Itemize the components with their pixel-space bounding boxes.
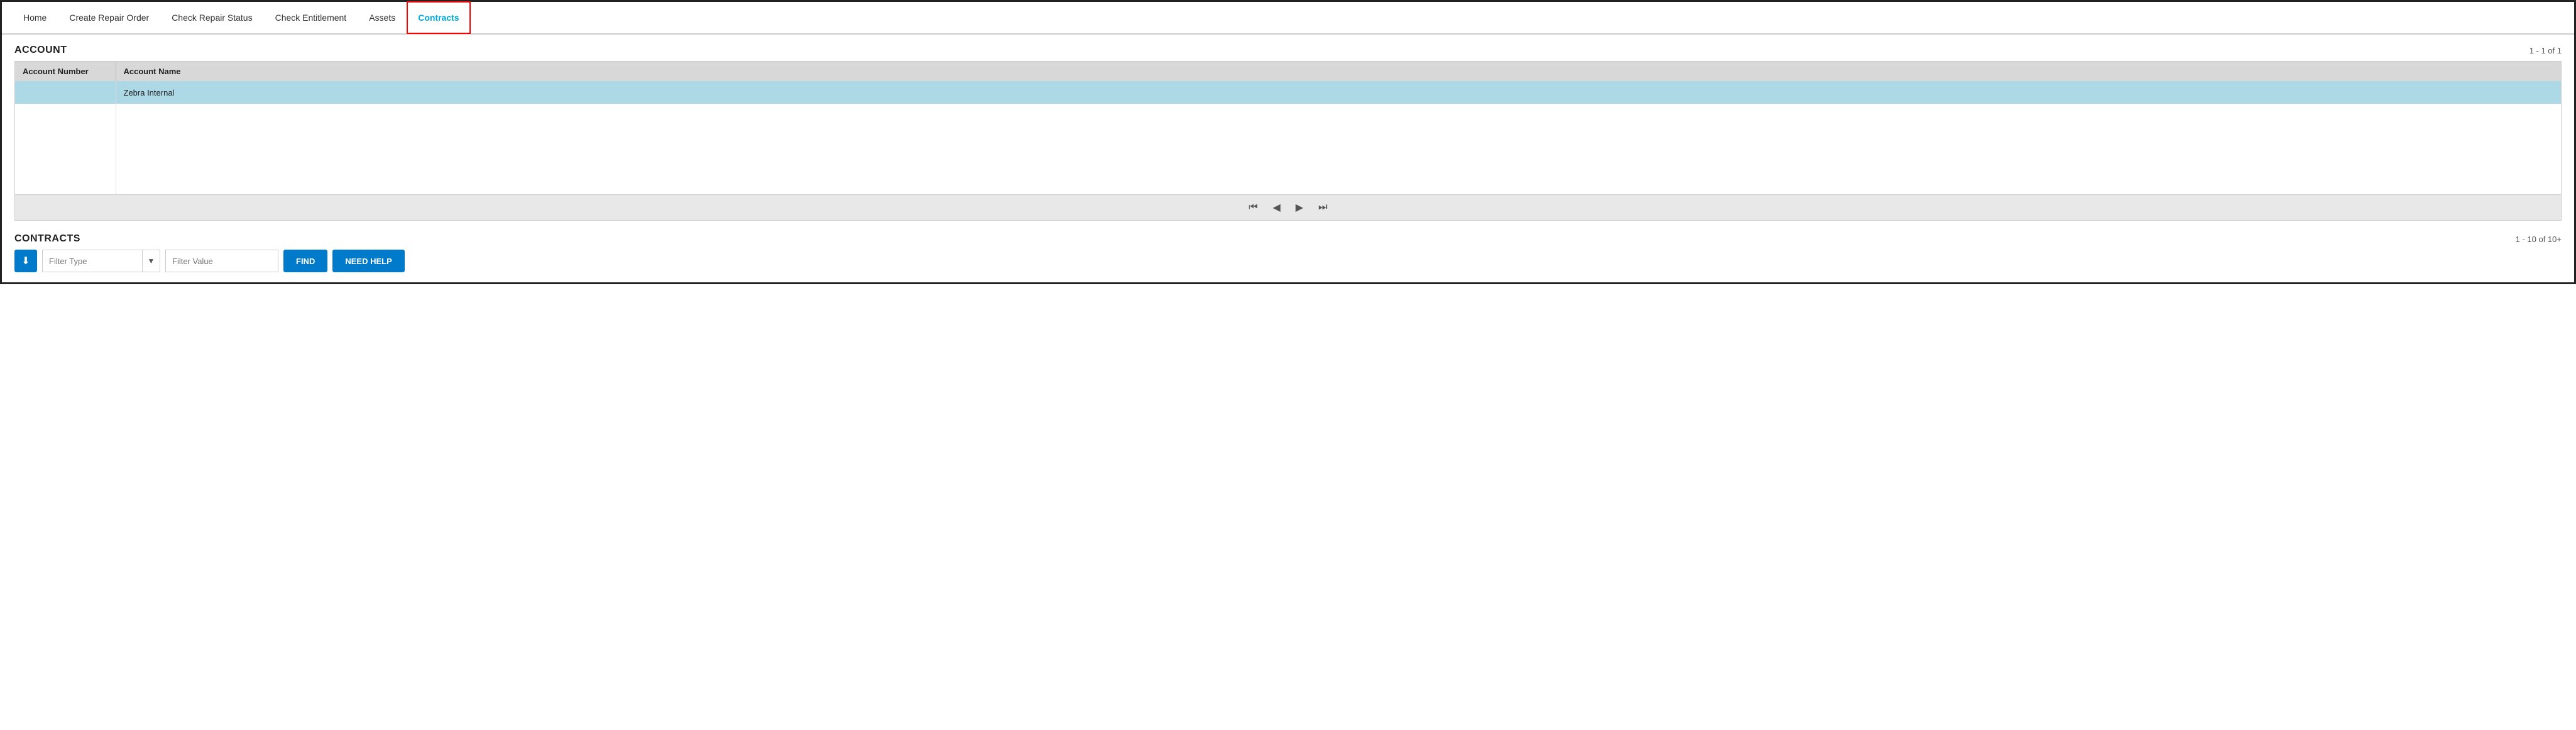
find-button[interactable]: FIND <box>283 250 327 272</box>
col-account-name: Account Name <box>116 62 2561 81</box>
account-table-header-row: Account Number Account Name <box>15 62 2561 81</box>
col-account-number: Account Number <box>15 62 116 81</box>
download-button[interactable]: ⬇ <box>14 250 37 272</box>
need-help-button[interactable]: NEED HELP <box>332 250 404 272</box>
contracts-toolbar: ⬇ ▼ FIND NEED HELP <box>14 250 2562 272</box>
contracts-pagination-info: 1 - 10 of 10+ <box>2516 235 2562 244</box>
account-empty-row-1 <box>15 104 2561 126</box>
contracts-section-header: CONTRACTS 1 - 10 of 10+ <box>14 233 2562 245</box>
filter-type-dropdown-button[interactable]: ▼ <box>143 250 160 272</box>
nav-assets[interactable]: Assets <box>358 1 407 34</box>
account-table: Account Number Account Name Zebra Intern… <box>15 62 2561 194</box>
next-page-button[interactable]: ▶ <box>1292 200 1307 215</box>
account-pagination-info: 1 - 1 of 1 <box>2529 46 2562 55</box>
filter-value-input[interactable] <box>165 250 278 272</box>
nav-home[interactable]: Home <box>12 1 58 34</box>
account-table-footer: ⏮ ◀ ▶ ⏭ <box>15 194 2561 220</box>
account-empty-row-2 <box>15 126 2561 149</box>
main-content: ACCOUNT 1 - 1 of 1 Account Number Accoun… <box>2 35 2574 282</box>
nav-bar: Home Create Repair Order Check Repair St… <box>2 2 2574 35</box>
account-table-container: Account Number Account Name Zebra Intern… <box>14 61 2562 221</box>
account-empty-row-4 <box>15 172 2561 194</box>
account-empty-row-3 <box>15 149 2561 172</box>
nav-create-repair-order[interactable]: Create Repair Order <box>58 1 160 34</box>
filter-type-input[interactable] <box>42 250 143 272</box>
nav-contracts[interactable]: Contracts <box>407 1 470 34</box>
last-page-button[interactable]: ⏭ <box>1315 201 1331 214</box>
contracts-title: CONTRACTS <box>14 233 80 245</box>
nav-check-repair-status[interactable]: Check Repair Status <box>160 1 263 34</box>
nav-check-entitlement[interactable]: Check Entitlement <box>264 1 358 34</box>
cell-account-number <box>15 81 116 104</box>
account-table-row[interactable]: Zebra Internal <box>15 81 2561 104</box>
account-title: ACCOUNT <box>14 45 67 56</box>
filter-type-wrapper: ▼ <box>42 250 160 272</box>
account-section-header: ACCOUNT 1 - 1 of 1 <box>14 45 2562 56</box>
first-page-button[interactable]: ⏮ <box>1245 201 1261 214</box>
prev-page-button[interactable]: ◀ <box>1269 200 1284 215</box>
chevron-down-icon: ▼ <box>148 257 155 265</box>
cell-account-name: Zebra Internal <box>116 81 2561 104</box>
download-icon: ⬇ <box>21 255 30 267</box>
